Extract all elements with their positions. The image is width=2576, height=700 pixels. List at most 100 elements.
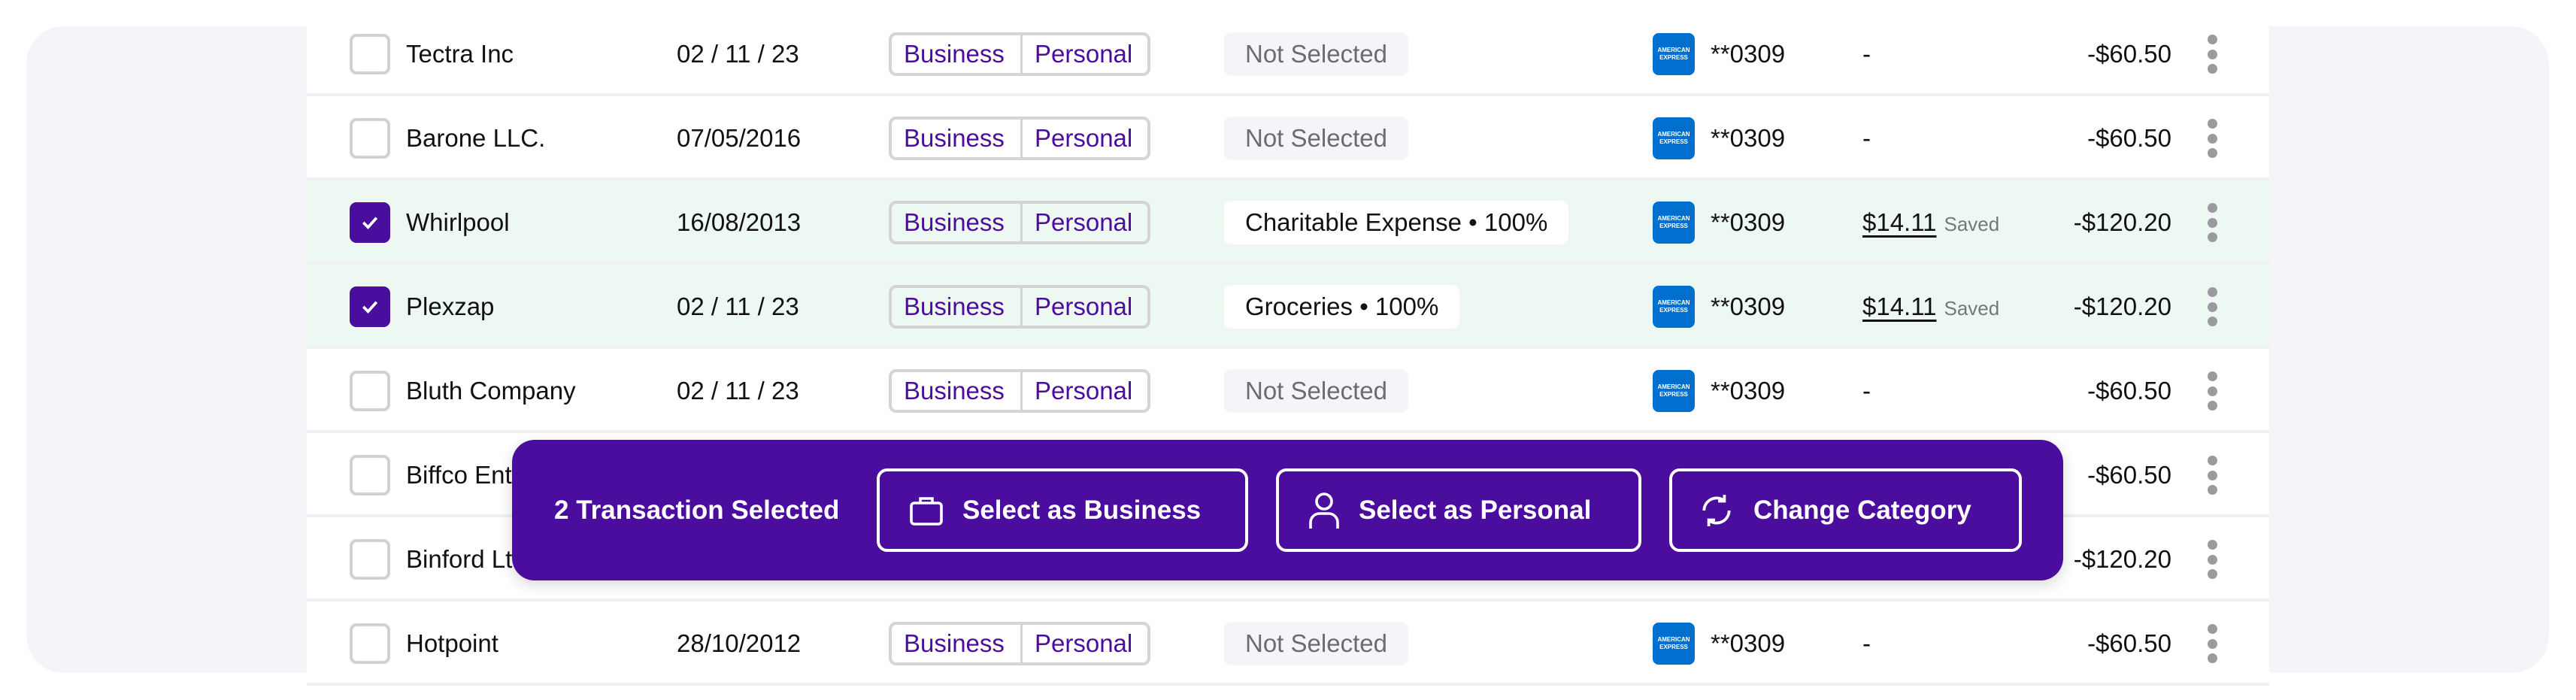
saved-amount: - [1862,377,1871,405]
more-options-icon[interactable] [2205,203,2220,242]
merchant-name: Hotpoint [406,629,499,657]
transaction-date: 02 / 11 / 23 [677,292,799,320]
merchant-name: Plexzap [406,292,495,320]
business-personal-toggle: Business Personal [889,32,1150,76]
business-option[interactable]: Business [892,35,1023,73]
transaction-amount: -$120.20 [2073,545,2171,573]
savings: - [1862,349,1871,433]
transaction-amount: -$60.50 [2087,124,2171,152]
more-options-icon[interactable] [2205,456,2220,495]
merchant-name: Binford Ltd [406,545,526,573]
savings: - [1862,96,1871,180]
row-checkbox[interactable] [350,34,390,74]
more-options-icon[interactable] [2205,35,2220,74]
table-row[interactable]: Hotpoint 28/10/2012 Business Personal Not … [307,602,2269,686]
business-personal-toggle: Business Personal [889,201,1150,244]
user-icon [1309,492,1339,529]
amex-logo-icon: AMERICAN EXPRESS [1653,117,1695,159]
row-checkbox[interactable] [350,455,390,495]
transaction-date: 02 / 11 / 23 [677,377,799,405]
savings: - [1862,12,1871,96]
saved-amount: - [1862,124,1871,152]
table-row[interactable]: Whirlpool 16/08/2013 Business Personal Cha… [307,180,2269,265]
amex-logo-icon: AMERICAN EXPRESS [1653,370,1695,412]
table-row[interactable]: Tectra Inc 02 / 11 / 23 Business Personal … [307,12,2269,96]
transaction-amount: -$60.50 [2087,40,2171,68]
more-options-icon[interactable] [2205,624,2220,663]
merchant-name: Biffco Ent [406,461,512,489]
select-as-business-button[interactable]: Select as Business [877,468,1248,552]
merchant-name: Whirlpool [406,208,510,236]
amex-logo-icon: AMERICAN EXPRESS [1653,623,1695,665]
bulk-action-bar: 2 Transaction Selected Select as Busines… [512,440,2063,580]
category-chip[interactable]: Groceries • 100% [1224,285,1460,329]
business-personal-toggle: Business Personal [889,622,1150,665]
row-checkbox[interactable] [350,286,390,327]
table-row[interactable]: Bluth Company 02 / 11 / 23 Business Person… [307,349,2269,433]
business-personal-toggle: Business Personal [889,117,1150,160]
more-options-icon[interactable] [2205,540,2220,579]
category-chip[interactable]: Not Selected [1224,369,1408,413]
saved-amount[interactable]: $14.11 [1862,292,1936,320]
personal-option[interactable]: Personal [1023,372,1144,410]
card-number: **0309 [1711,377,1786,405]
more-options-icon[interactable] [2205,287,2220,326]
business-option[interactable]: Business [892,204,1023,241]
row-checkbox[interactable] [350,539,390,580]
row-checkbox[interactable] [350,118,390,159]
select-as-personal-button[interactable]: Select as Personal [1276,468,1641,552]
table-row[interactable]: Plexzap 02 / 11 / 23 Business Personal Gro… [307,265,2269,349]
selected-count: 2 Transaction Selected [554,495,840,525]
personal-option[interactable]: Personal [1023,35,1144,73]
category-chip[interactable]: Not Selected [1224,117,1408,160]
transaction-amount: -$120.20 [2073,292,2171,320]
business-personal-toggle: Business Personal [889,285,1150,329]
saved-amount: - [1862,629,1871,657]
card-number: **0309 [1711,40,1786,68]
business-option[interactable]: Business [892,120,1023,157]
more-options-icon[interactable] [2205,371,2220,411]
change-category-label: Change Category [1753,495,1971,525]
transaction-date: 16/08/2013 [677,208,802,236]
transactions-table: Tectra Inc 02 / 11 / 23 Business Personal … [307,0,2269,700]
card-number: **0309 [1711,208,1786,236]
row-checkbox[interactable] [350,623,390,664]
saved-label: Saved [1944,213,2000,235]
business-option[interactable]: Business [892,372,1023,410]
saved-label: Saved [1944,297,2000,320]
savings: - [1862,602,1871,686]
transaction-date: 07/05/2016 [677,124,802,152]
merchant-name: Barone LLC. [406,124,546,152]
saved-amount: - [1862,40,1871,68]
change-category-button[interactable]: Change Category [1669,468,2022,552]
business-option[interactable]: Business [892,288,1023,326]
category-chip[interactable]: Not Selected [1224,622,1408,665]
card-number: **0309 [1711,629,1786,657]
row-checkbox[interactable] [350,371,390,411]
select-as-personal-label: Select as Personal [1359,495,1592,525]
personal-option[interactable]: Personal [1023,288,1144,326]
personal-option[interactable]: Personal [1023,204,1144,241]
category-chip[interactable]: Charitable Expense • 100% [1224,201,1569,244]
briefcase-icon [910,496,943,526]
merchant-name: Tectra Inc [406,40,514,68]
transaction-amount: -$60.50 [2087,461,2171,489]
savings: $14.11 Saved [1862,265,1999,350]
transaction-amount: -$60.50 [2087,377,2171,405]
saved-amount[interactable]: $14.11 [1862,208,1936,236]
card-number: **0309 [1711,124,1786,152]
personal-option[interactable]: Personal [1023,120,1144,157]
amex-logo-icon: AMERICAN EXPRESS [1653,202,1695,244]
business-option[interactable]: Business [892,625,1023,662]
amex-logo-icon: AMERICAN EXPRESS [1653,33,1695,75]
savings: $14.11 Saved [1862,180,1999,266]
category-chip[interactable]: Not Selected [1224,32,1408,76]
personal-option[interactable]: Personal [1023,625,1144,662]
select-as-business-label: Select as Business [962,495,1202,525]
table-row[interactable]: Barone LLC. 07/05/2016 Business Personal N… [307,96,2269,180]
transaction-date: 28/10/2012 [677,629,802,657]
check-icon [362,217,378,229]
more-options-icon[interactable] [2205,119,2220,158]
row-checkbox[interactable] [350,202,390,243]
merchant-name: Bluth Company [406,377,576,405]
